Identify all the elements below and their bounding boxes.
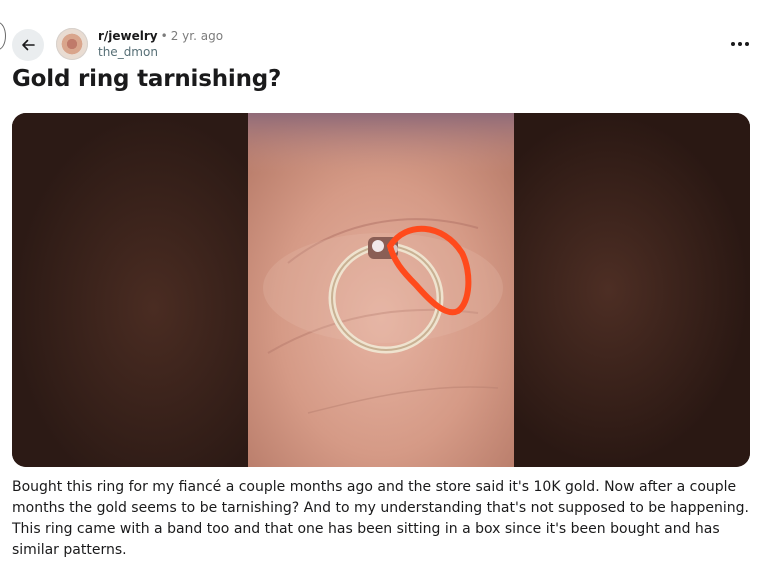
media-blur-left [12,113,248,467]
more-dot [738,42,742,46]
subreddit-link[interactable]: r/jewelry [98,29,158,43]
arrow-left-icon [22,39,35,51]
subreddit-avatar[interactable] [56,28,88,60]
back-button[interactable] [12,29,44,61]
more-options-button[interactable] [727,34,753,54]
partial-arc-edge [0,22,6,50]
media-blur-right [514,113,750,467]
post-body-text: Bought this ring for my fiancé a couple … [12,479,749,558]
more-horizontal-icon [731,42,735,46]
author-link[interactable]: the_dmon [98,44,223,60]
ring-photo [248,113,514,467]
post-title: Gold ring tarnishing? [12,66,282,92]
more-dot [745,42,749,46]
post-media[interactable] [12,113,750,467]
meta-separator: • [160,29,168,43]
post-meta: r/jewelry • 2 yr. ago the_dmon [98,28,223,60]
post-age: 2 yr. ago [170,29,224,43]
